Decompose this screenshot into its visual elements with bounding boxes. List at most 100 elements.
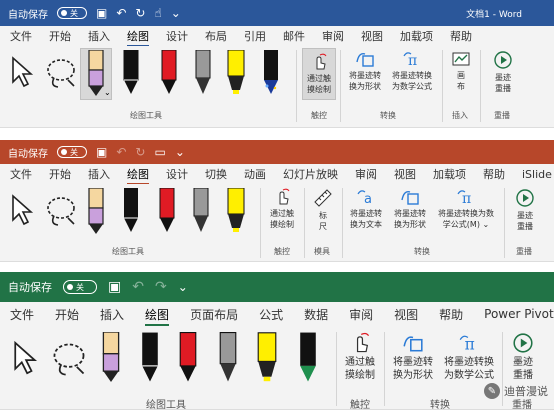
pencil-dropdown-icon[interactable]: ⌄ bbox=[104, 88, 111, 97]
tab-home[interactable]: 开始 bbox=[55, 306, 79, 323]
pen-gray-icon[interactable] bbox=[192, 188, 210, 232]
tab-file[interactable]: 文件 bbox=[10, 166, 32, 182]
tab-design[interactable]: 设计 bbox=[166, 28, 188, 44]
customize-qat-icon[interactable]: ⌄ bbox=[175, 146, 185, 158]
pen-green-icon[interactable] bbox=[298, 332, 318, 382]
customize-qat-icon[interactable]: ⌄ bbox=[178, 281, 188, 293]
tab-home[interactable]: 开始 bbox=[49, 28, 71, 44]
tab-slideshow[interactable]: 幻灯片放映 bbox=[283, 166, 338, 182]
ink-to-text-button[interactable]: a 将墨迹转 换为文本 bbox=[346, 188, 386, 230]
autosave-toggle[interactable]: 关 bbox=[57, 146, 87, 158]
group-label-tools: 绘图工具 bbox=[146, 400, 186, 410]
tab-help[interactable]: 帮助 bbox=[483, 166, 505, 182]
pencil-pink-icon[interactable] bbox=[86, 188, 106, 234]
pen-gray-icon[interactable] bbox=[218, 332, 238, 382]
redo-icon[interactable]: ↻ bbox=[135, 146, 145, 158]
tab-layout[interactable]: 布局 bbox=[205, 28, 227, 44]
tab-view[interactable]: 视图 bbox=[394, 306, 418, 323]
pen-gray-icon[interactable] bbox=[194, 50, 212, 94]
tab-help[interactable]: 帮助 bbox=[450, 28, 472, 44]
undo-icon[interactable]: ↶ bbox=[132, 280, 144, 294]
tab-insert[interactable]: 插入 bbox=[88, 166, 110, 182]
autosave-state: 关 bbox=[76, 282, 84, 292]
lasso-icon[interactable] bbox=[50, 340, 88, 378]
tab-animations[interactable]: 动画 bbox=[244, 166, 266, 182]
ink-to-shape-button[interactable]: 将墨迹转 换为形状 bbox=[390, 188, 430, 230]
customize-qat-icon[interactable]: ⌄ bbox=[171, 7, 181, 19]
select-arrow-icon[interactable] bbox=[10, 56, 34, 88]
tab-addins[interactable]: 加载项 bbox=[400, 28, 433, 44]
touch-draw-label: 通过触 摸绘制 bbox=[345, 357, 375, 381]
tab-draw[interactable]: 绘图 bbox=[145, 306, 170, 326]
group-separator bbox=[442, 50, 443, 122]
tab-design[interactable]: 设计 bbox=[166, 166, 188, 182]
tab-addins[interactable]: 加载项 bbox=[433, 166, 466, 182]
touch-draw-button[interactable]: 通过触 摸绘制 bbox=[302, 48, 336, 100]
ink-to-math-button[interactable]: π 将墨迹转换 为数学公式 bbox=[388, 50, 436, 92]
pen-black-icon[interactable] bbox=[122, 188, 140, 232]
select-arrow-icon[interactable] bbox=[10, 194, 34, 226]
lasso-icon[interactable] bbox=[44, 194, 78, 228]
tab-draw[interactable]: 绘图 bbox=[127, 166, 149, 185]
tab-file[interactable]: 文件 bbox=[10, 306, 34, 323]
touch-draw-button[interactable]: 通过触 摸绘制 bbox=[340, 332, 380, 382]
undo-icon[interactable]: ↶ bbox=[116, 7, 126, 19]
canvas-button[interactable]: 画 布 bbox=[448, 50, 474, 92]
autosave-state: 关 bbox=[70, 147, 78, 157]
undo-icon[interactable]: ↶ bbox=[116, 146, 126, 158]
tab-file[interactable]: 文件 bbox=[10, 28, 32, 44]
touch-draw-button[interactable]: 通过触 摸绘制 bbox=[264, 188, 300, 230]
tab-islide[interactable]: iSlide bbox=[522, 168, 552, 181]
select-arrow-icon[interactable] bbox=[12, 340, 38, 376]
autosave-toggle[interactable]: 关 bbox=[63, 280, 97, 294]
tab-formulas[interactable]: 公式 bbox=[259, 306, 283, 323]
pen-red-icon[interactable] bbox=[160, 50, 178, 94]
ink-replay-button[interactable]: 墨迹 重播 bbox=[488, 50, 518, 94]
ink-to-math-button[interactable]: π 将墨迹转换为数 学公式(M) ⌄ bbox=[432, 188, 500, 230]
tab-power-pivot[interactable]: Power Pivot bbox=[484, 307, 554, 321]
touch-mode-icon[interactable]: ☝ bbox=[154, 7, 161, 19]
tab-page-layout[interactable]: 页面布局 bbox=[190, 306, 238, 323]
replay-icon bbox=[494, 51, 512, 69]
tab-insert[interactable]: 插入 bbox=[100, 306, 124, 323]
pencil-pink-icon[interactable] bbox=[86, 50, 106, 96]
pen-black-icon[interactable] bbox=[140, 332, 160, 382]
ink-replay-button[interactable]: 墨迹 重播 bbox=[506, 332, 540, 382]
ruler-button[interactable]: 标 尺 bbox=[310, 188, 336, 232]
tab-review[interactable]: 审阅 bbox=[355, 166, 377, 182]
tab-help[interactable]: 帮助 bbox=[439, 306, 463, 323]
galaxy-pen-icon[interactable] bbox=[262, 50, 280, 94]
ink-to-shape-button[interactable]: 将墨迹转 换为形状 bbox=[344, 50, 386, 92]
tab-data[interactable]: 数据 bbox=[304, 306, 328, 323]
save-icon[interactable]: ▣ bbox=[108, 280, 121, 294]
tab-review[interactable]: 审阅 bbox=[349, 306, 373, 323]
pen-red-icon[interactable] bbox=[158, 188, 176, 232]
save-icon[interactable]: ▣ bbox=[96, 146, 107, 158]
ink-to-math-button[interactable]: π 将墨迹转换 为数学公式 bbox=[440, 332, 498, 382]
tab-view[interactable]: 视图 bbox=[394, 166, 416, 182]
tab-insert[interactable]: 插入 bbox=[88, 28, 110, 44]
group-label-replay: 重播 bbox=[516, 247, 532, 256]
present-icon[interactable]: ▭ bbox=[154, 146, 165, 158]
pen-black-icon[interactable] bbox=[122, 50, 140, 94]
group-label-tools: 绘图工具 bbox=[112, 247, 144, 256]
tab-mailings[interactable]: 邮件 bbox=[283, 28, 305, 44]
autosave-toggle[interactable]: 关 bbox=[57, 7, 87, 19]
tab-view[interactable]: 视图 bbox=[361, 28, 383, 44]
tab-review[interactable]: 审阅 bbox=[322, 28, 344, 44]
highlighter-yellow-icon[interactable] bbox=[226, 188, 246, 232]
tab-home[interactable]: 开始 bbox=[49, 166, 71, 182]
lasso-icon[interactable] bbox=[44, 56, 78, 90]
highlighter-yellow-icon[interactable] bbox=[226, 50, 246, 94]
save-icon[interactable]: ▣ bbox=[96, 7, 107, 19]
ink-to-shape-button[interactable]: 将墨迹转 换为形状 bbox=[388, 332, 438, 382]
tab-transitions[interactable]: 切换 bbox=[205, 166, 227, 182]
redo-icon[interactable]: ↻ bbox=[135, 7, 145, 19]
tab-references[interactable]: 引用 bbox=[244, 28, 266, 44]
redo-icon[interactable]: ↷ bbox=[155, 280, 167, 294]
ink-replay-button[interactable]: 墨迹 重播 bbox=[510, 188, 540, 232]
pencil-pink-icon[interactable] bbox=[100, 332, 122, 382]
tab-draw[interactable]: 绘图 bbox=[127, 28, 149, 47]
pen-red-icon[interactable] bbox=[178, 332, 198, 382]
highlighter-yellow-icon[interactable] bbox=[256, 332, 278, 382]
